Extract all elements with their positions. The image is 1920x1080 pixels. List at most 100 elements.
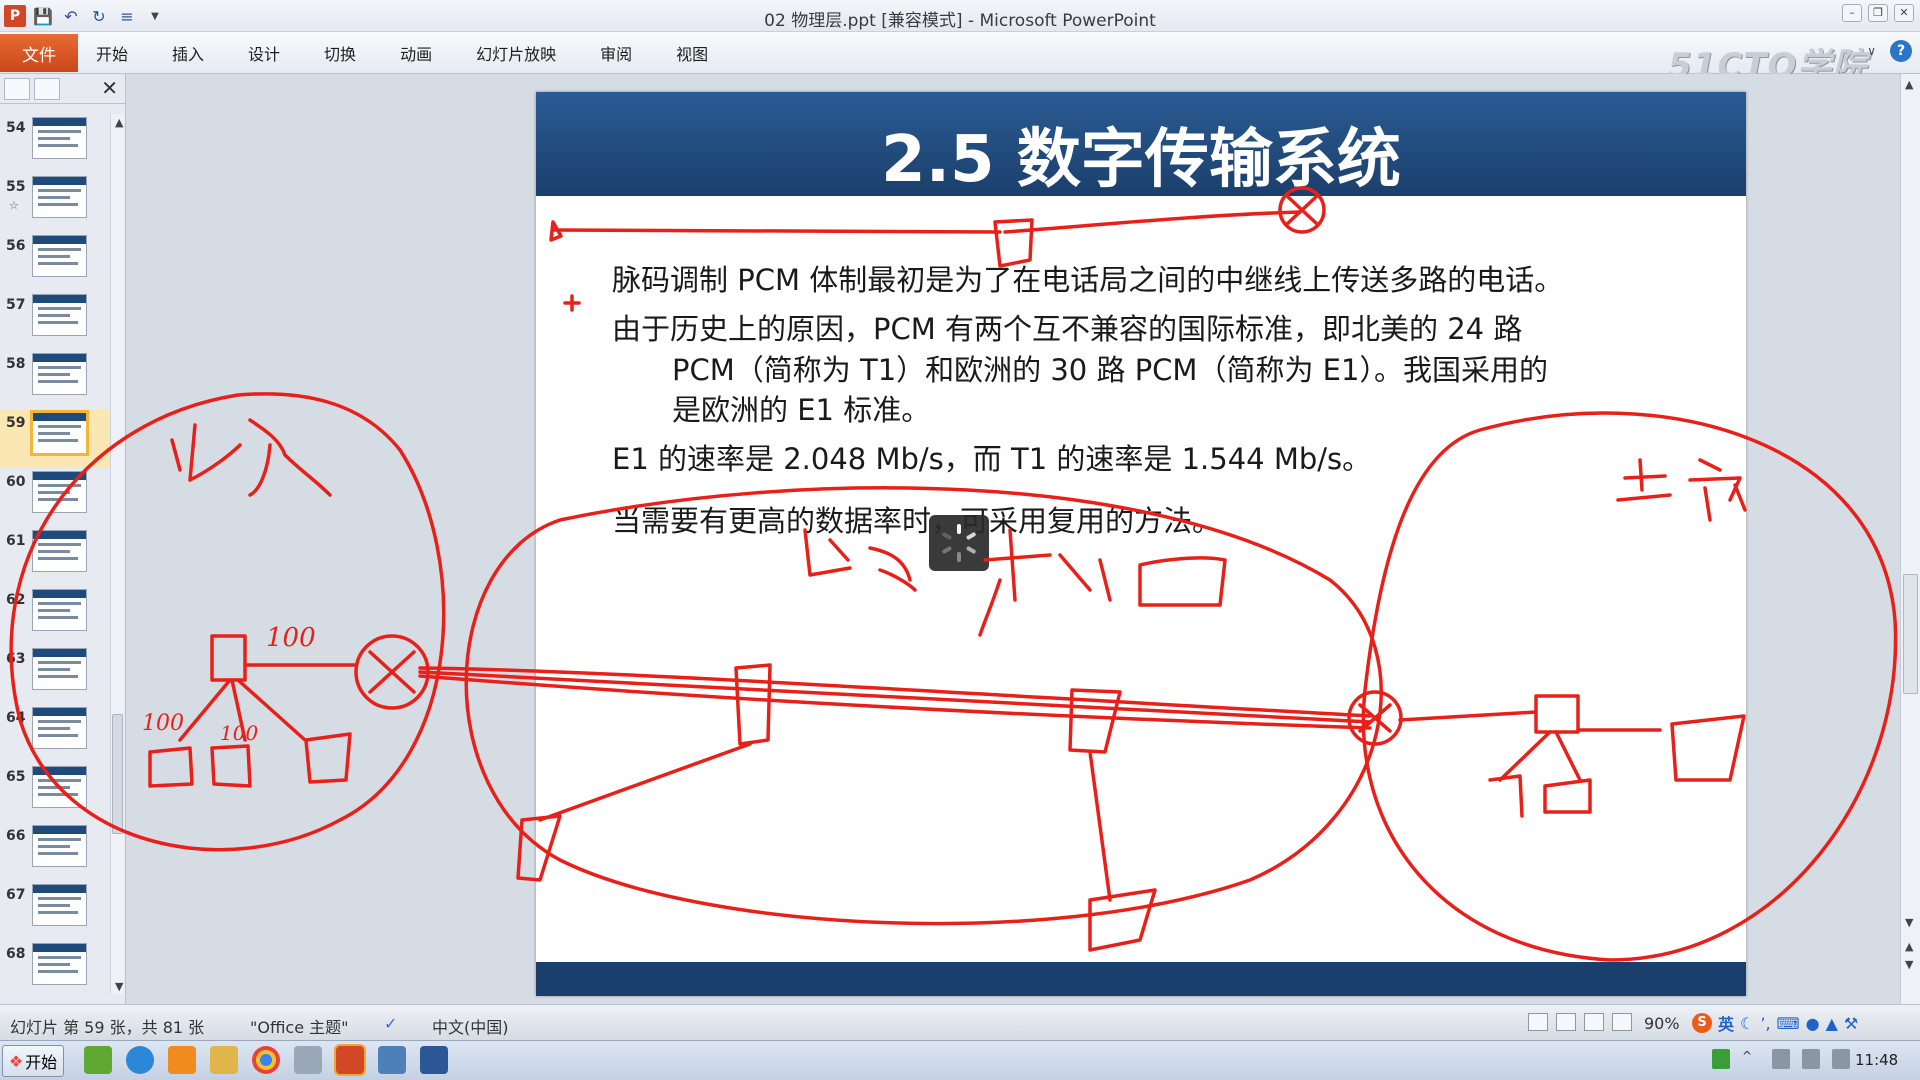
tab-slideshow[interactable]: 幻灯片放映 — [476, 41, 556, 65]
thumbnail-image — [32, 235, 87, 277]
restore-button[interactable]: ❐ — [1868, 4, 1888, 22]
thumbnail-slide-68[interactable]: 68 — [0, 940, 110, 999]
thumbnail-slide-67[interactable]: 67 — [0, 881, 110, 940]
loading-spinner-icon — [929, 515, 989, 571]
volume-icon[interactable] — [1832, 1049, 1850, 1069]
zoom-level[interactable]: 90% — [1644, 1014, 1680, 1033]
thumbnail-list: 54 55 ☆ 56 57 58 59 60 61 62 63 64 65 66 67 68 — [0, 114, 110, 1014]
tab-review[interactable]: 审阅 — [600, 41, 632, 65]
slideshow-view-icon[interactable] — [1612, 1013, 1632, 1031]
thumbnail-image — [32, 471, 87, 513]
thumbnail-slide-62[interactable]: 62 — [0, 586, 110, 645]
keyboard-icon[interactable]: ⌨ — [1777, 1014, 1800, 1033]
wrench-icon[interactable]: ⚒ — [1844, 1014, 1858, 1033]
thumbnail-image — [32, 294, 87, 336]
slide-paragraph-2-line-3[interactable]: 是欧洲的 E1 标准。 — [672, 387, 930, 429]
thumbnail-slide-66[interactable]: 66 — [0, 822, 110, 881]
previous-slide-icon[interactable]: ▲ — [1905, 940, 1913, 953]
word-icon[interactable] — [420, 1046, 448, 1074]
thumbnail-image — [32, 884, 87, 926]
start-label: 开始 — [25, 1053, 58, 1072]
thumbnail-number: 63 — [6, 651, 26, 667]
folder-icon[interactable] — [210, 1046, 238, 1074]
minimize-button[interactable]: – — [1842, 4, 1862, 22]
moon-icon[interactable]: ☾ — [1740, 1014, 1754, 1033]
scrollbar-thumb[interactable] — [112, 714, 123, 834]
thumbnail-image — [32, 943, 87, 985]
tab-file[interactable]: 文件 — [0, 34, 78, 72]
tab-home[interactable]: 开始 — [96, 41, 128, 65]
reading-view-icon[interactable] — [1584, 1013, 1604, 1031]
colorful-app-icon[interactable] — [84, 1046, 112, 1074]
tab-insert[interactable]: 插入 — [172, 41, 204, 65]
language-status[interactable]: 中文(中国) — [432, 1014, 509, 1038]
slide-paragraph-1[interactable]: 脉码调制 PCM 体制最初是为了在电话局之间的中继线上传送多路的电话。 — [612, 257, 1563, 299]
animation-star-icon: ☆ — [9, 199, 19, 212]
spellcheck-icon[interactable]: ✓ — [384, 1014, 397, 1033]
ime-mode-label[interactable]: 英 — [1718, 1011, 1734, 1035]
ie-browser-icon[interactable] — [126, 1046, 154, 1074]
close-button[interactable]: ✕ — [1894, 4, 1914, 22]
thumbnail-slide-61[interactable]: 61 — [0, 527, 110, 586]
slide-paragraph-3[interactable]: E1 的速率是 2.048 Mb/s，而 T1 的速率是 1.544 Mb/s。 — [612, 436, 1371, 478]
help-icon[interactable]: ? — [1890, 40, 1912, 62]
thumbnail-slide-57[interactable]: 57 — [0, 291, 110, 350]
scroll-up-icon[interactable]: ▲ — [1905, 78, 1913, 91]
close-pane-icon[interactable]: ✕ — [101, 76, 118, 100]
skin-icon[interactable]: ▲ — [1826, 1014, 1838, 1033]
slide-paragraph-2-line-2[interactable]: PCM（简称为 T1）和欧洲的 30 路 PCM（简称为 E1）。我国采用的 — [672, 347, 1548, 389]
tab-transitions[interactable]: 切换 — [324, 41, 356, 65]
thumbnail-slide-58[interactable]: 58 — [0, 350, 110, 409]
thumbnail-scrollbar[interactable]: ▲ ▼ — [110, 114, 124, 994]
thumbnail-slide-65[interactable]: 65 — [0, 763, 110, 822]
scroll-up-icon[interactable]: ▲ — [115, 116, 123, 129]
tab-animations[interactable]: 动画 — [400, 41, 432, 65]
sogou-ime-icon[interactable]: S — [1692, 1013, 1712, 1033]
thumbnail-slide-63[interactable]: 63 — [0, 645, 110, 704]
pane-tabs: ✕ — [0, 74, 126, 104]
network-app-icon[interactable] — [378, 1046, 406, 1074]
tray-app-icon[interactable] — [1712, 1049, 1730, 1069]
app-icon[interactable] — [168, 1046, 196, 1074]
thumbnail-slide-54[interactable]: 54 — [0, 114, 110, 173]
start-button[interactable]: ❖ 开始 — [2, 1045, 64, 1077]
scrollbar-thumb[interactable] — [1903, 574, 1918, 694]
show-hidden-icons[interactable]: ^ — [1742, 1049, 1760, 1069]
tab-design[interactable]: 设计 — [248, 41, 280, 65]
powerpoint-taskbar-icon[interactable] — [334, 1044, 366, 1076]
user-icon[interactable]: ● — [1806, 1014, 1820, 1033]
title-bar: P 💾 ↶ ↻ ≡ ▼ 02 物理层.ppt [兼容模式] - Microsof… — [0, 0, 1920, 32]
thumbnail-slide-64[interactable]: 64 — [0, 704, 110, 763]
slide-paragraph-4[interactable]: 当需要有更高的数据率时，可采用复用的方法。 — [612, 498, 1221, 540]
next-slide-icon[interactable]: ▼ — [1905, 958, 1913, 971]
thumbnail-slide-60[interactable]: 60 — [0, 468, 110, 527]
slide-sorter-view-icon[interactable] — [1556, 1013, 1576, 1031]
thumbnail-number: 54 — [6, 120, 26, 136]
thumbnail-number: 66 — [6, 828, 26, 844]
view-buttons — [1528, 1013, 1632, 1031]
slide-canvas[interactable]: 2.5 数字传输系统 脉码调制 PCM 体制最初是为了在电话局之间的中继线上传送… — [536, 92, 1746, 996]
slide-title[interactable]: 2.5 数字传输系统 — [536, 108, 1746, 200]
thumbnail-slide-59[interactable]: 59 — [0, 409, 110, 468]
scroll-down-icon[interactable]: ▼ — [1905, 916, 1913, 929]
tab-view[interactable]: 视图 — [676, 41, 708, 65]
normal-view-icon[interactable] — [1528, 1013, 1548, 1031]
scroll-down-icon[interactable]: ▼ — [115, 980, 123, 993]
windows-logo-icon: ❖ — [8, 1051, 24, 1071]
minimize-ribbon-icon[interactable]: ∨ — [1867, 44, 1876, 58]
chrome-icon[interactable] — [252, 1046, 280, 1074]
slides-pane: ✕ 54 55 ☆ 56 57 58 59 60 61 62 63 64 65 66 67 68 ▲ ▼ — [0, 74, 126, 1004]
window-app-icon[interactable] — [294, 1046, 322, 1074]
thumbnail-slide-56[interactable]: 56 — [0, 232, 110, 291]
thumbnail-slide-55[interactable]: 55 ☆ — [0, 173, 110, 232]
clock[interactable]: 11:48 — [1855, 1051, 1898, 1069]
slides-tab-icon[interactable] — [4, 77, 30, 100]
network-icon[interactable] — [1802, 1049, 1820, 1069]
outline-tab-icon[interactable] — [34, 77, 60, 100]
slide-title-banner: 2.5 数字传输系统 — [536, 92, 1746, 197]
slide-paragraph-2-line-1[interactable]: 由于历史上的原因，PCM 有两个互不兼容的国际标准，即北美的 24 路 — [612, 306, 1522, 348]
thumbnail-number: 56 — [6, 238, 26, 254]
punctuation-icon[interactable]: ’, — [1760, 1014, 1770, 1033]
printer-icon[interactable] — [1772, 1049, 1790, 1069]
slide-scrollbar[interactable]: ▲ ▼ ▲ ▼ — [1900, 74, 1920, 1004]
